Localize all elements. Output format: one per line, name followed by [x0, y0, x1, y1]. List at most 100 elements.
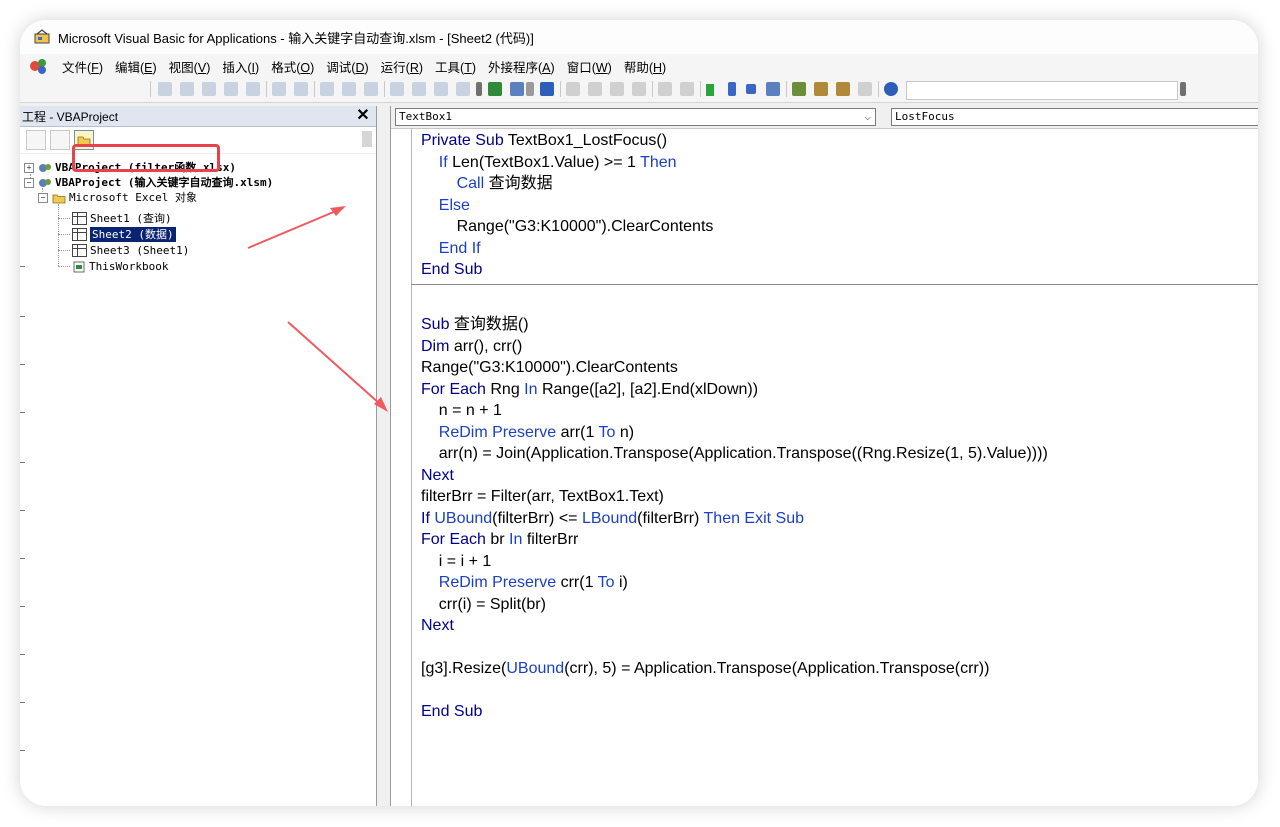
code-line[interactable]: Range("G3:K10000").ClearContents	[421, 216, 714, 237]
menu-addins[interactable]: 外接程序(A)	[482, 57, 561, 76]
code-line[interactable]: End Sub	[421, 701, 482, 722]
object-dropdown[interactable]: TextBox1 ⌵	[395, 108, 876, 126]
tree-node-sheet3[interactable]: Sheet3 (Sheet1)	[72, 243, 189, 258]
view-excel-icon[interactable]	[488, 82, 502, 96]
expand-icon[interactable]: +	[24, 162, 34, 173]
code-gutter	[411, 128, 412, 806]
code-line[interactable]: arr(n) = Join(Application.Transpose(Appl…	[421, 443, 1048, 464]
project-explorer: 工程 - VBAProject ✕ + VBAProject (filter函数…	[20, 106, 377, 806]
code-line[interactable]: End Sub	[421, 259, 482, 280]
code-keyword: Else	[438, 196, 470, 214]
tree-node-sheet1[interactable]: Sheet1 (查询)	[72, 211, 172, 226]
insert-userform-icon[interactable]	[510, 82, 524, 96]
next-bookmark-icon[interactable]	[412, 82, 426, 96]
code-line[interactable]: If UBound(filterBrr) <= LBound(filterBrr…	[421, 508, 804, 529]
scroll-down-icon[interactable]	[362, 131, 372, 147]
menu-run[interactable]: 运行(R)	[375, 57, 429, 76]
procedure-dropdown[interactable]: LostFocus	[891, 108, 1258, 126]
view-code-icon[interactable]	[26, 130, 46, 150]
break-icon[interactable]	[728, 82, 736, 96]
reset-icon[interactable]	[746, 84, 756, 94]
toolbox-icon[interactable]	[858, 82, 872, 96]
close-icon[interactable]: ✕	[354, 107, 372, 125]
code-line[interactable]: Call 查询数据	[421, 173, 553, 194]
tree-node-sheet2[interactable]: Sheet2 (数据)	[72, 227, 176, 242]
code-line[interactable]: End If	[421, 238, 481, 259]
redo-icon[interactable]	[680, 82, 694, 96]
code-text: br	[490, 531, 510, 548]
list-constants-icon[interactable]	[180, 82, 194, 96]
toolbar-grip-icon[interactable]	[1180, 82, 1186, 96]
code-text: crr(1	[560, 574, 598, 591]
find-icon[interactable]	[632, 82, 646, 96]
paste-icon[interactable]	[610, 82, 624, 96]
tree-node-thisworkbook[interactable]: ThisWorkbook	[72, 259, 168, 274]
code-text: i)	[618, 574, 628, 591]
indent-icon[interactable]	[272, 82, 286, 96]
project-explorer-icon[interactable]	[792, 82, 806, 96]
code-line[interactable]: Sub 查询数据()	[421, 314, 529, 335]
uncomment-block-icon[interactable]	[364, 82, 378, 96]
save-icon[interactable]	[540, 82, 554, 96]
menu-window[interactable]: 窗口(W)	[561, 57, 618, 76]
code-line[interactable]: Dim arr(), crr()	[421, 336, 522, 357]
code-keyword: Private Sub	[421, 132, 508, 149]
menu-insert[interactable]: 插入(I)	[216, 57, 265, 76]
code-keyword: Next	[421, 617, 454, 634]
clear-bookmarks-icon[interactable]	[456, 82, 470, 96]
undo-icon[interactable]	[658, 82, 672, 96]
code-line[interactable]: filterBrr = Filter(arr, TextBox1.Text)	[421, 486, 664, 507]
menu-help[interactable]: 帮助(H)	[618, 57, 672, 76]
list-properties-icon[interactable]	[158, 82, 172, 96]
insert-dropdown-icon[interactable]	[526, 82, 534, 96]
code-line[interactable]: [g3].Resize(UBound(crr), 5) = Applicatio…	[421, 658, 989, 679]
code-line[interactable]: For Each br In filterBrr	[421, 529, 578, 550]
code-line[interactable]: i = i + 1	[421, 551, 491, 572]
tree-node-project-query[interactable]: − VBAProject (输入关键字自动查询.xlsm)	[24, 175, 273, 190]
object-browser-icon[interactable]	[836, 82, 850, 96]
toolbar-grip-icon[interactable]	[476, 82, 482, 96]
toggle-bookmark-icon[interactable]	[390, 82, 404, 96]
window-title: Microsoft Visual Basic for Applications …	[58, 30, 534, 46]
code-line[interactable]: If Len(TextBox1.Value) >= 1 Then	[421, 152, 677, 173]
code-text: (filterBrr)	[637, 509, 704, 527]
copy-icon[interactable]	[588, 82, 602, 96]
complete-word-icon[interactable]	[246, 82, 260, 96]
menu-debug[interactable]: 调试(D)	[320, 57, 374, 76]
properties-window-icon[interactable]	[814, 82, 828, 96]
design-mode-icon[interactable]	[766, 82, 780, 96]
toggle-breakpoint-icon[interactable]	[320, 82, 334, 96]
menu-view[interactable]: 视图(V)	[163, 57, 217, 76]
parameter-info-icon[interactable]	[224, 82, 238, 96]
code-line[interactable]: ReDim Preserve arr(1 To n)	[421, 422, 634, 443]
code-keyword: If	[438, 153, 453, 171]
code-line[interactable]: ReDim Preserve crr(1 To i)	[421, 572, 628, 593]
menu-tools[interactable]: 工具(T)	[429, 57, 482, 76]
tree-node-excel-objects[interactable]: − Microsoft Excel 对象	[38, 190, 197, 205]
comment-block-icon[interactable]	[342, 82, 356, 96]
code-line[interactable]: Range("G3:K10000").ClearContents	[421, 357, 678, 378]
previous-bookmark-icon[interactable]	[434, 82, 448, 96]
help-icon[interactable]	[884, 82, 898, 96]
menu-format[interactable]: 格式(O)	[265, 57, 320, 76]
code-window: TextBox1 ⌵ LostFocus Private Sub TextBox…	[390, 106, 1258, 806]
run-icon[interactable]	[706, 84, 714, 96]
collapse-icon[interactable]: −	[24, 177, 34, 188]
code-line[interactable]: Next	[421, 465, 454, 486]
code-line[interactable]: n = n + 1	[421, 400, 502, 421]
vba-logo-icon[interactable]	[28, 57, 50, 75]
quick-info-icon[interactable]	[202, 82, 216, 96]
code-line[interactable]: crr(i) = Split(br)	[421, 594, 546, 615]
code-line[interactable]: Else	[421, 195, 470, 216]
toolbar-separator	[314, 81, 315, 97]
collapse-icon[interactable]: −	[38, 192, 48, 203]
code-line[interactable]: Private Sub TextBox1_LostFocus()	[421, 130, 667, 151]
outdent-icon[interactable]	[294, 82, 308, 96]
code-keyword: End Sub	[421, 703, 483, 720]
menu-file[interactable]: 文件(F)	[56, 57, 109, 76]
menu-edit[interactable]: 编辑(E)	[109, 57, 163, 76]
code-line[interactable]: For Each Rng In Range([a2], [a2].End(xlD…	[421, 379, 758, 400]
view-object-icon[interactable]	[50, 130, 70, 150]
code-line[interactable]: Next	[421, 615, 454, 636]
cut-icon[interactable]	[566, 82, 580, 96]
